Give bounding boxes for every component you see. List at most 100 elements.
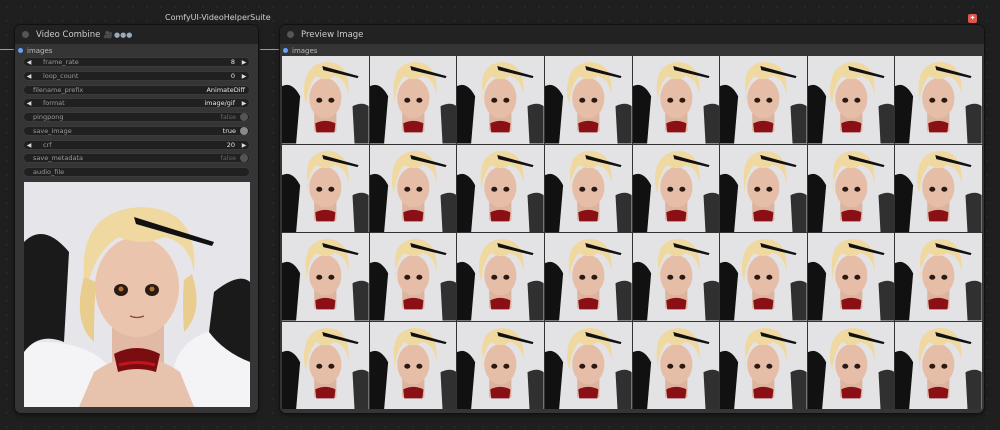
preview-image-grid — [282, 56, 982, 409]
preview-frame[interactable] — [895, 56, 982, 144]
node-title: Preview Image — [301, 29, 364, 40]
comfy-logo-icon: ✦ — [968, 14, 977, 23]
frame-thumbnail — [544, 144, 632, 232]
input-slot-icon[interactable] — [283, 48, 288, 53]
frame-thumbnail — [544, 233, 632, 321]
widget-value: image/gif — [204, 99, 235, 107]
preview-frame[interactable] — [369, 144, 457, 232]
input-slot-icon[interactable] — [18, 48, 23, 53]
preview-image-header[interactable]: Preview Image — [280, 25, 984, 44]
images-input[interactable]: images — [280, 45, 984, 56]
preview-frame[interactable] — [544, 144, 632, 232]
decrement-arrow-icon[interactable]: ◀ — [24, 142, 34, 149]
preview-frame[interactable] — [895, 321, 982, 409]
preview-frame[interactable] — [544, 56, 632, 144]
preview-frame[interactable] — [720, 321, 807, 409]
widget-pingpong[interactable]: pingpong false — [23, 112, 250, 122]
preview-frame[interactable] — [457, 321, 544, 409]
frame-thumbnail — [369, 56, 457, 144]
frame-thumbnail — [544, 321, 632, 409]
preview-frame[interactable] — [369, 233, 457, 321]
preview-frame[interactable] — [720, 233, 807, 321]
increment-arrow-icon[interactable]: ▶ — [239, 59, 249, 66]
preview-frame[interactable] — [807, 56, 895, 144]
preview-frame[interactable] — [807, 321, 895, 409]
preview-frame[interactable] — [720, 144, 807, 232]
widget-label: crf — [43, 141, 52, 149]
widget-filename-prefix[interactable]: filename_prefix AnimateDiff — [23, 85, 250, 95]
increment-arrow-icon[interactable]: ▶ — [239, 73, 249, 80]
widget-label: pingpong — [33, 113, 64, 121]
frame-thumbnail — [632, 321, 720, 409]
frame-thumbnail — [895, 144, 982, 232]
preview-frame[interactable] — [282, 144, 369, 232]
widget-value: false — [220, 154, 236, 162]
preview-frame[interactable] — [632, 144, 720, 232]
widget-label: save_image — [33, 127, 72, 135]
preview-frame[interactable] — [282, 321, 369, 409]
frame-thumbnail — [720, 321, 807, 409]
frame-thumbnail — [457, 233, 544, 321]
node-title: Video Combine — [36, 29, 101, 40]
group-title: ComfyUI-VideoHelperSuite — [165, 13, 271, 22]
preview-frame[interactable] — [895, 233, 982, 321]
preview-frame[interactable] — [457, 56, 544, 144]
widget-save-metadata[interactable]: save_metadata false — [23, 153, 250, 163]
preview-frame[interactable] — [632, 321, 720, 409]
frame-thumbnail — [895, 56, 982, 144]
frame-thumbnail — [632, 144, 720, 232]
preview-frame[interactable] — [632, 56, 720, 144]
frame-thumbnail — [720, 56, 807, 144]
frame-thumbnail — [282, 144, 369, 232]
preview-frame[interactable] — [807, 233, 895, 321]
decrement-arrow-icon[interactable]: ◀ — [24, 59, 34, 66]
widget-loop-count[interactable]: ◀ loop_count 0 ▶ — [23, 71, 250, 81]
input-label: images — [292, 46, 318, 55]
preview-frame[interactable] — [544, 321, 632, 409]
toggle-knob-icon[interactable] — [240, 113, 248, 121]
widget-frame-rate[interactable]: ◀ frame_rate 8 ▶ — [23, 57, 250, 67]
images-input[interactable]: images — [15, 45, 258, 56]
dots-badge-icon: ●●● — [114, 30, 133, 39]
preview-frame[interactable] — [457, 144, 544, 232]
anime-portrait-image — [24, 182, 250, 407]
widget-save-image[interactable]: save_image true — [23, 126, 250, 136]
preview-frame[interactable] — [807, 144, 895, 232]
decrement-arrow-icon[interactable]: ◀ — [24, 100, 34, 107]
widget-label: frame_rate — [43, 58, 79, 66]
frame-thumbnail — [457, 144, 544, 232]
widget-audio-file[interactable]: audio_file — [23, 167, 250, 177]
preview-frame[interactable] — [369, 56, 457, 144]
frame-thumbnail — [282, 233, 369, 321]
video-combine-header[interactable]: Video Combine 🎥 ●●● — [15, 25, 258, 44]
increment-arrow-icon[interactable]: ▶ — [239, 100, 249, 107]
frame-thumbnail — [720, 144, 807, 232]
frame-thumbnail — [369, 233, 457, 321]
widget-crf[interactable]: ◀ crf 20 ▶ — [23, 140, 250, 150]
frame-thumbnail — [807, 144, 895, 232]
collapse-dot-icon[interactable] — [22, 31, 29, 38]
increment-arrow-icon[interactable]: ▶ — [239, 142, 249, 149]
frame-thumbnail — [544, 56, 632, 144]
frame-thumbnail — [632, 56, 720, 144]
widget-value: AnimateDiff — [206, 86, 245, 94]
preview-frame[interactable] — [544, 233, 632, 321]
preview-frame[interactable] — [369, 321, 457, 409]
frame-thumbnail — [720, 233, 807, 321]
widget-value: 8 — [230, 58, 235, 66]
collapse-dot-icon[interactable] — [287, 31, 294, 38]
frame-thumbnail — [807, 321, 895, 409]
frame-thumbnail — [895, 321, 982, 409]
frame-thumbnail — [282, 321, 369, 409]
preview-frame[interactable] — [457, 233, 544, 321]
preview-frame[interactable] — [720, 56, 807, 144]
preview-frame[interactable] — [282, 233, 369, 321]
toggle-knob-icon[interactable] — [240, 127, 248, 135]
preview-frame[interactable] — [632, 233, 720, 321]
preview-frame[interactable] — [895, 144, 982, 232]
widget-format[interactable]: ◀ format image/gif ▶ — [23, 98, 250, 108]
toggle-knob-icon[interactable] — [240, 154, 248, 162]
video-preview-image — [24, 182, 250, 407]
preview-frame[interactable] — [282, 56, 369, 144]
decrement-arrow-icon[interactable]: ◀ — [24, 73, 34, 80]
